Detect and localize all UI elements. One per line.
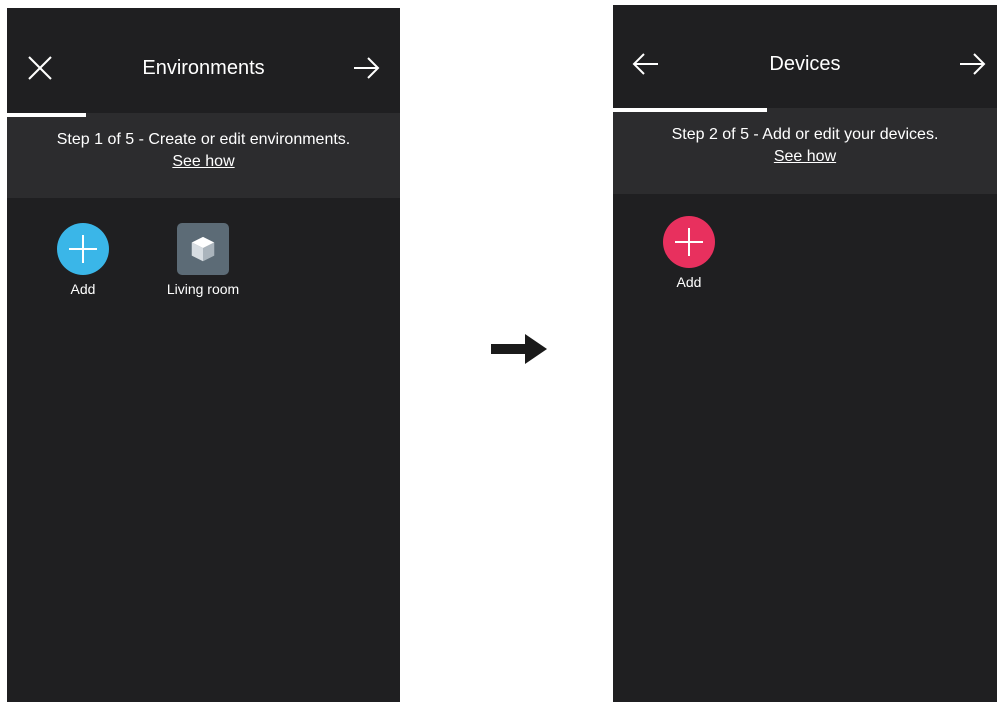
environment-item-living-room[interactable]: Living room	[158, 223, 248, 297]
environments-header: Environments	[7, 8, 400, 113]
plus-circle-icon	[57, 223, 109, 275]
devices-header: Devices	[613, 5, 997, 108]
step-text: Step 1 of 5 - Create or edit environment…	[56, 131, 351, 148]
environment-label: Living room	[166, 281, 240, 297]
step-banner: Step 2 of 5 - Add or edit your devices. …	[613, 112, 997, 194]
see-how-link[interactable]: See how	[172, 151, 234, 173]
cube-icon	[177, 223, 229, 275]
page-title: Environments	[142, 57, 265, 79]
arrow-right-icon	[354, 57, 380, 79]
add-environment-label: Add	[70, 281, 96, 297]
page-title: Devices	[769, 53, 841, 75]
plus-circle-icon	[663, 216, 715, 268]
devices-screen: Devices Step 2 of 5 - Add or edit your d…	[613, 5, 997, 702]
step-banner: Step 1 of 5 - Create or edit environment…	[7, 117, 400, 198]
add-device-button[interactable]: Add	[644, 216, 734, 290]
next-button[interactable]	[957, 49, 987, 79]
flow-arrow-icon	[491, 334, 547, 364]
see-how-link[interactable]: See how	[774, 146, 836, 168]
arrow-right-icon	[960, 53, 986, 75]
add-device-label: Add	[676, 274, 702, 290]
add-environment-button[interactable]: Add	[38, 223, 128, 297]
step-text: Step 2 of 5 - Add or edit your devices.	[671, 126, 939, 143]
next-button[interactable]	[351, 53, 381, 83]
environments-screen: Environments Step 1 of 5 - Create or edi…	[7, 8, 400, 702]
